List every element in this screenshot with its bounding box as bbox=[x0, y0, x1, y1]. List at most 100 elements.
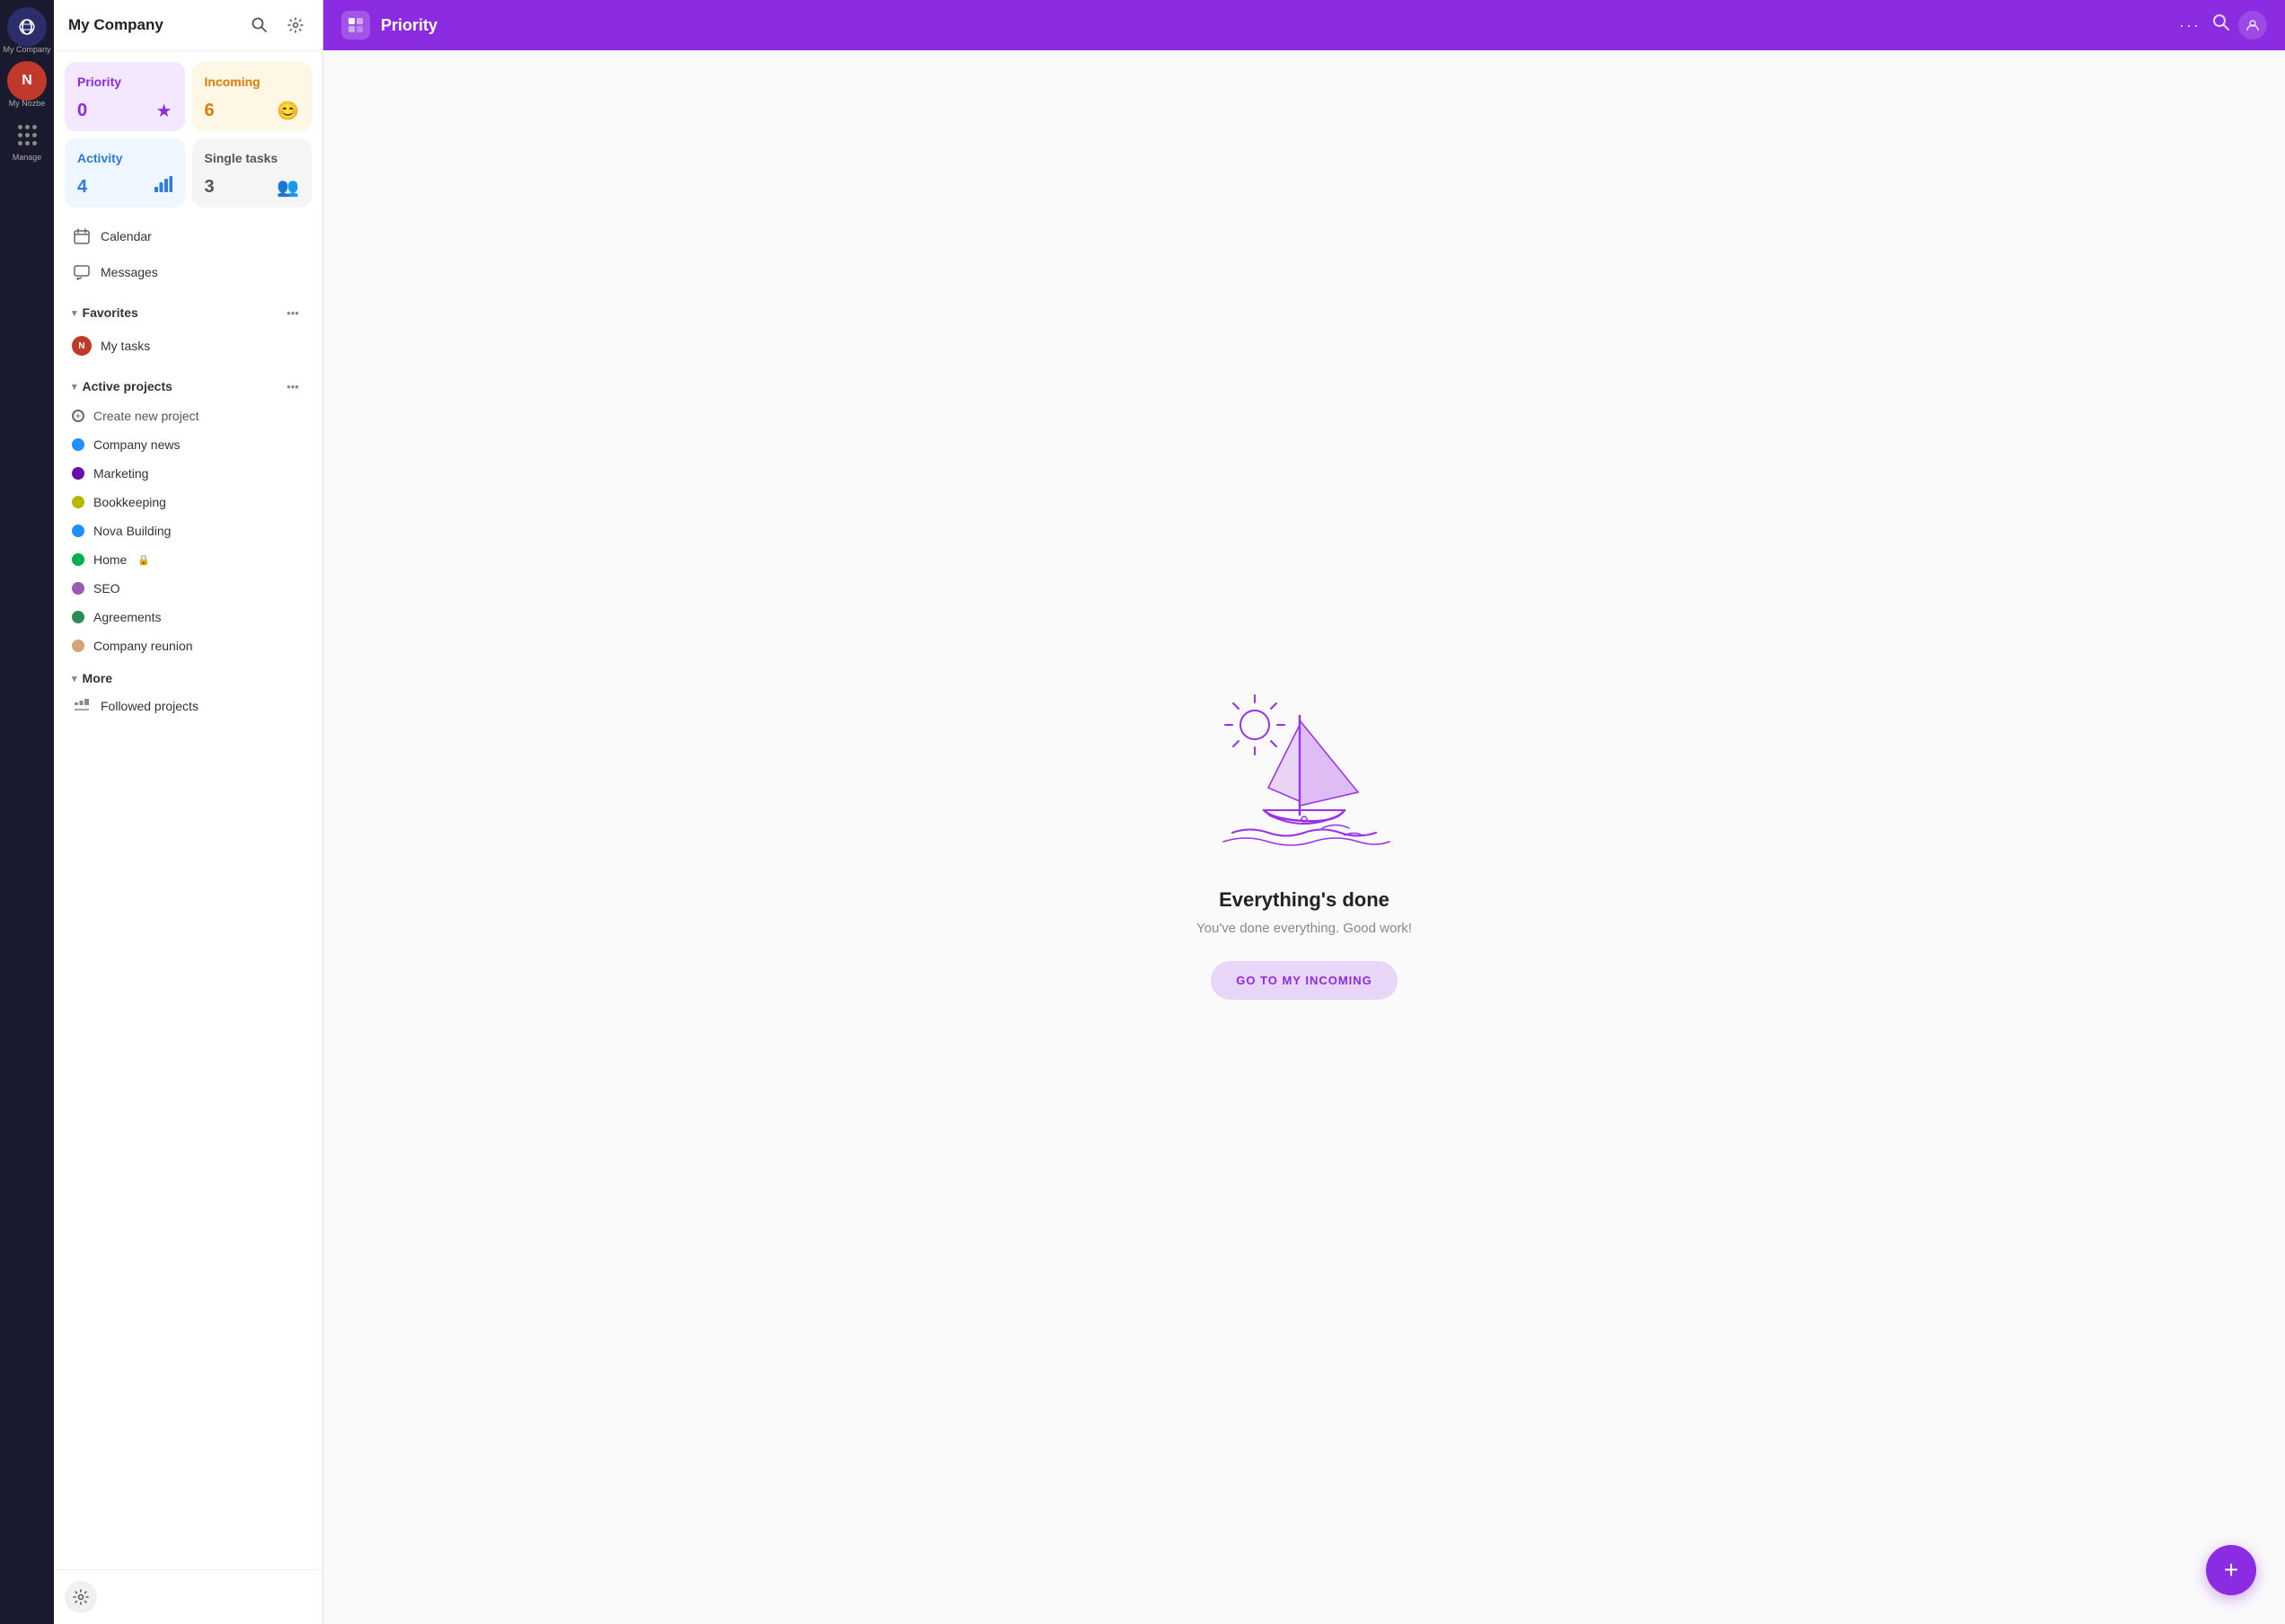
top-bar-title: Priority bbox=[381, 16, 2168, 35]
followed-projects-icon bbox=[72, 696, 92, 716]
top-bar-filter-button[interactable] bbox=[2238, 11, 2267, 40]
agreements-label: Agreements bbox=[93, 610, 161, 624]
active-projects-label: Active projects bbox=[83, 379, 172, 393]
project-agreements[interactable]: Agreements bbox=[65, 603, 312, 631]
priority-icon: ★ bbox=[156, 100, 172, 122]
bookkeeping-dot bbox=[72, 496, 84, 508]
company-news-label: Company news bbox=[93, 437, 181, 452]
priority-count: 0 bbox=[77, 101, 87, 121]
single-tasks-card-bottom: 3 👥 bbox=[205, 176, 300, 199]
marketing-dot bbox=[72, 467, 84, 480]
agreements-dot bbox=[72, 611, 84, 623]
followed-projects-item[interactable]: Followed projects bbox=[65, 689, 312, 723]
icon-bar: My Company N My Nozbe Manage bbox=[0, 0, 54, 1624]
incoming-card[interactable]: Incoming 6 😊 bbox=[192, 62, 313, 131]
fab-button[interactable]: + bbox=[2206, 1545, 2256, 1595]
project-company-news[interactable]: Company news bbox=[65, 430, 312, 459]
company-avatar[interactable] bbox=[7, 7, 47, 47]
nova-building-label: Nova Building bbox=[93, 524, 171, 538]
active-projects-chevron: ▾ bbox=[72, 381, 77, 393]
bookkeeping-label: Bookkeeping bbox=[93, 495, 166, 509]
messages-icon bbox=[72, 262, 92, 282]
marketing-label: Marketing bbox=[93, 466, 148, 481]
messages-label: Messages bbox=[101, 265, 158, 279]
sidebar-bottom bbox=[54, 1569, 322, 1624]
project-bookkeeping[interactable]: Bookkeeping bbox=[65, 488, 312, 516]
priority-card[interactable]: Priority 0 ★ bbox=[65, 62, 185, 131]
sailboat-illustration bbox=[1205, 675, 1403, 860]
favorites-label: Favorites bbox=[83, 305, 138, 320]
more-label: More bbox=[83, 671, 112, 685]
nav-messages[interactable]: Messages bbox=[65, 254, 312, 290]
empty-state-title: Everything's done bbox=[1219, 888, 1390, 912]
company-section: My Company bbox=[3, 7, 50, 54]
cards-grid: Priority 0 ★ Incoming 6 😊 Activity bbox=[65, 62, 312, 207]
create-new-project[interactable]: + Create new project bbox=[65, 402, 312, 430]
search-icon[interactable] bbox=[247, 13, 272, 38]
more-section-header[interactable]: ▾ More bbox=[65, 664, 312, 689]
empty-state-subtitle: You've done everything. Good work! bbox=[1196, 921, 1412, 936]
top-bar-more-button[interactable]: ··· bbox=[2179, 16, 2201, 35]
more-chevron: ▾ bbox=[72, 673, 77, 684]
home-label: Home bbox=[93, 552, 127, 567]
company-reunion-dot bbox=[72, 640, 84, 652]
nav-calendar[interactable]: Calendar bbox=[65, 218, 312, 254]
my-tasks-item[interactable]: N My tasks bbox=[65, 328, 312, 364]
activity-icon bbox=[154, 176, 172, 198]
top-bar-app-icon bbox=[341, 11, 370, 40]
activity-card[interactable]: Activity 4 bbox=[65, 138, 185, 207]
favorites-section-header: ▾ Favorites ••• bbox=[65, 294, 312, 328]
incoming-card-label: Incoming bbox=[205, 75, 300, 89]
user-section: N My Nozbe bbox=[7, 61, 47, 108]
incoming-icon: 😊 bbox=[277, 100, 299, 122]
nova-building-dot bbox=[72, 525, 84, 537]
settings-icon[interactable] bbox=[283, 13, 308, 38]
home-dot bbox=[72, 553, 84, 566]
goto-incoming-button[interactable]: GO TO MY INCOMING bbox=[1211, 961, 1398, 1000]
project-company-reunion[interactable]: Company reunion bbox=[65, 631, 312, 660]
sidebar-header: My Company bbox=[54, 0, 322, 51]
company-label: My Company bbox=[3, 45, 50, 54]
seo-label: SEO bbox=[93, 581, 120, 596]
activity-card-bottom: 4 bbox=[77, 176, 172, 198]
manage-section: Manage bbox=[7, 115, 47, 162]
bottom-settings-icon[interactable] bbox=[65, 1581, 97, 1613]
manage-icon[interactable] bbox=[7, 115, 47, 154]
calendar-label: Calendar bbox=[101, 229, 152, 243]
favorites-toggle[interactable]: ▾ Favorites bbox=[72, 305, 138, 320]
sidebar-content: Priority 0 ★ Incoming 6 😊 Activity bbox=[54, 51, 322, 1569]
project-nova-building[interactable]: Nova Building bbox=[65, 516, 312, 545]
favorites-more-button[interactable]: ••• bbox=[281, 301, 304, 324]
project-home[interactable]: Home 🔒 bbox=[65, 545, 312, 574]
my-tasks-label: My tasks bbox=[101, 339, 150, 353]
user-avatar[interactable]: N bbox=[7, 61, 47, 101]
manage-label: Manage bbox=[13, 153, 42, 162]
user-label: My Nozbe bbox=[9, 99, 46, 108]
single-tasks-icon: 👥 bbox=[277, 176, 299, 199]
top-bar: Priority ··· bbox=[323, 0, 2285, 50]
priority-card-label: Priority bbox=[77, 75, 172, 89]
followed-projects-label: Followed projects bbox=[101, 699, 199, 713]
top-bar-search-icon[interactable] bbox=[2211, 13, 2231, 38]
active-projects-toggle[interactable]: ▾ Active projects bbox=[72, 379, 172, 393]
sidebar-title: My Company bbox=[68, 16, 163, 34]
single-tasks-count: 3 bbox=[205, 177, 215, 198]
create-new-label: Create new project bbox=[93, 409, 199, 423]
active-projects-more-button[interactable]: ••• bbox=[281, 375, 304, 398]
calendar-icon bbox=[72, 226, 92, 246]
project-marketing[interactable]: Marketing bbox=[65, 459, 312, 488]
activity-count: 4 bbox=[77, 177, 87, 198]
main-content: Priority ··· bbox=[323, 0, 2285, 1624]
project-seo[interactable]: SEO bbox=[65, 574, 312, 603]
my-tasks-avatar: N bbox=[72, 336, 92, 356]
company-reunion-label: Company reunion bbox=[93, 639, 193, 653]
sidebar: My Company bbox=[54, 0, 323, 1624]
single-tasks-card[interactable]: Single tasks 3 👥 bbox=[192, 138, 313, 207]
home-lock-icon: 🔒 bbox=[137, 554, 150, 566]
sidebar-header-icons bbox=[247, 13, 308, 38]
sidebar-wrapper: My Company bbox=[54, 0, 323, 1624]
content-area: Everything's done You've done everything… bbox=[323, 50, 2285, 1624]
priority-card-bottom: 0 ★ bbox=[77, 100, 172, 122]
single-tasks-card-label: Single tasks bbox=[205, 151, 300, 165]
create-plus-icon: + bbox=[72, 410, 84, 422]
